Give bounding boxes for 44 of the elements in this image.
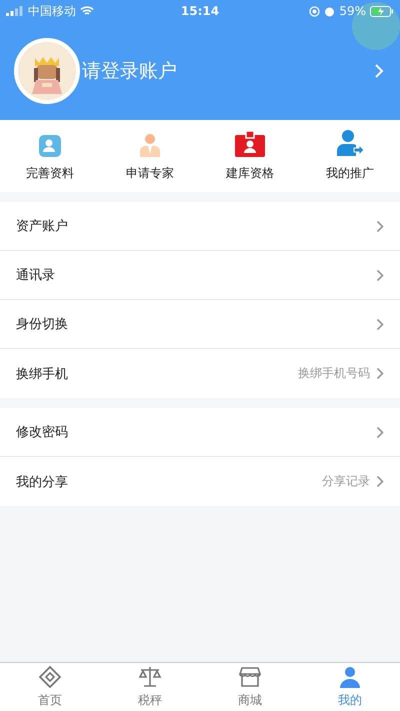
menu-detail: 分享记录 <box>322 473 370 490</box>
chevron-right-icon <box>376 220 384 232</box>
chevron-right-icon[interactable] <box>374 63 384 79</box>
tab-item[interactable]: 首页 <box>0 663 100 711</box>
store-icon <box>239 666 261 688</box>
menu-row[interactable]: 我的分享 分享记录 <box>0 457 400 506</box>
tab-item[interactable]: 商城 <box>200 663 300 711</box>
rotation-lock-icon <box>309 6 320 16</box>
quick-action[interactable]: 申请专家 <box>100 120 200 192</box>
menu-label: 通讯录 <box>16 267 56 284</box>
person-tie-icon <box>139 133 161 157</box>
battery-icon <box>370 6 394 16</box>
person-icon <box>339 666 361 688</box>
wifi-icon <box>80 6 94 16</box>
menu-detail: 换绑手机号码 <box>298 365 370 382</box>
menu-label: 换绑手机 <box>16 366 69 382</box>
chevron-right-icon <box>376 475 384 488</box>
menu-row[interactable]: 资产账户 <box>0 202 400 251</box>
menu-label: 身份切换 <box>16 316 69 333</box>
chevron-right-icon <box>376 426 384 438</box>
chevron-right-icon <box>376 367 384 380</box>
quick-action[interactable]: 完善资料 <box>0 120 100 192</box>
tab-item[interactable]: 税秤 <box>100 663 200 711</box>
diamond-icon <box>39 666 61 688</box>
chevron-right-icon <box>376 318 384 330</box>
profile-card-icon <box>39 135 61 157</box>
menu-label: 资产账户 <box>16 218 69 235</box>
menu-row[interactable]: 换绑手机 换绑手机号码 <box>0 349 400 398</box>
carrier-name: 中国移动 <box>28 2 76 20</box>
person-arrow-icon <box>336 129 364 157</box>
avatar[interactable] <box>14 38 80 104</box>
quick-action[interactable]: 建库资格 <box>200 120 300 192</box>
battery-percent: 59% <box>339 4 366 18</box>
scale-icon <box>138 666 162 688</box>
menu-label: 修改密码 <box>16 424 69 441</box>
status-time: 15:14 <box>180 4 220 18</box>
signal-icon <box>6 6 24 16</box>
menu-row[interactable]: 身份切换 <box>0 300 400 349</box>
menu-label: 我的分享 <box>16 474 69 490</box>
menu-row[interactable]: 通讯录 <box>0 251 400 300</box>
chevron-right-icon <box>376 268 384 282</box>
menu-row[interactable]: 修改密码 <box>0 408 400 457</box>
id-badge-icon <box>235 131 265 157</box>
quick-action[interactable]: 我的推广 <box>300 120 400 192</box>
